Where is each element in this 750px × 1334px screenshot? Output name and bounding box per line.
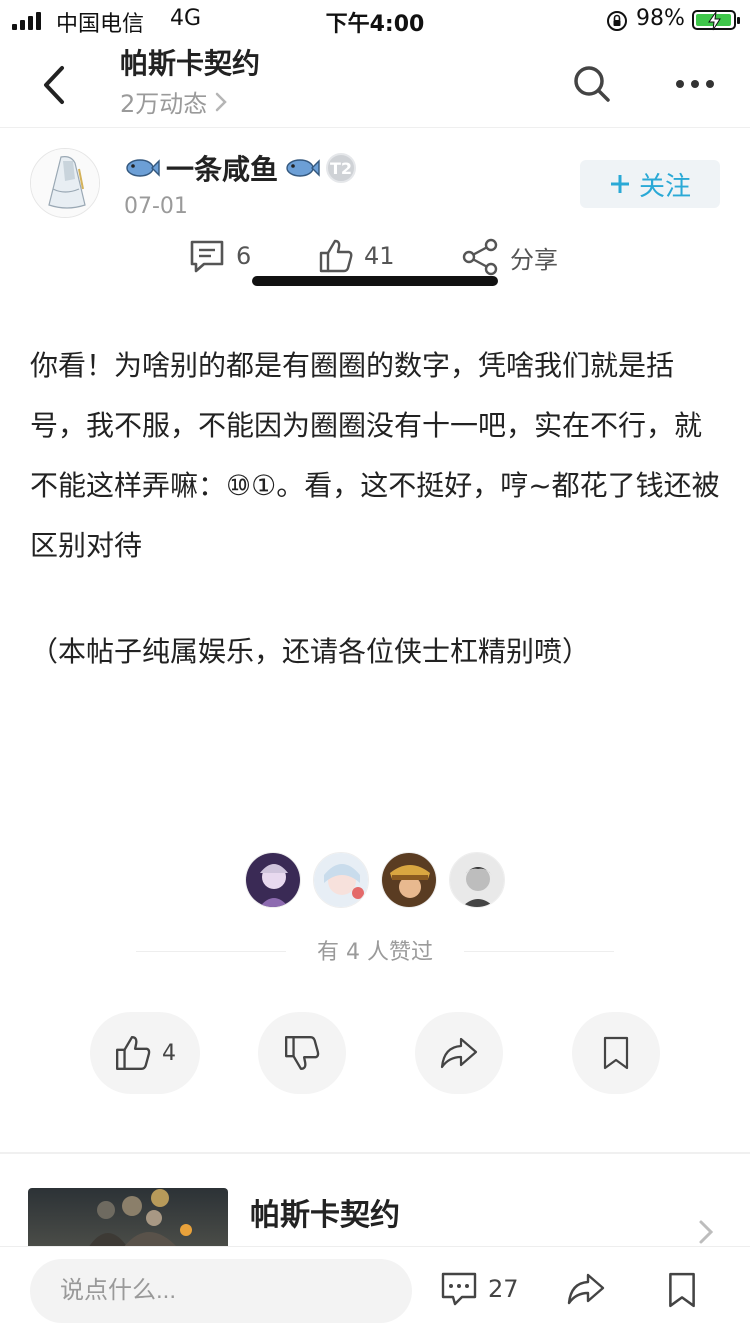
bottom-bar: 27 (0, 1246, 750, 1334)
liker-avatar[interactable] (245, 852, 301, 908)
like-button[interactable]: 4 (90, 1012, 200, 1094)
bookmark-icon (603, 1036, 629, 1070)
bookmark-button[interactable] (572, 1012, 660, 1094)
level-badge: T2 (326, 153, 357, 183)
liker-avatar[interactable] (381, 852, 437, 908)
thumbs-up-icon (319, 239, 353, 273)
game-cover-image[interactable] (28, 1188, 228, 1248)
activity-count-link[interactable]: 2万动态 (120, 84, 229, 119)
chevron-right-icon (216, 92, 228, 111)
follow-label: 关注 (638, 171, 691, 202)
charging-bolt-icon (708, 11, 721, 31)
comments-button[interactable]: 27 (440, 1271, 519, 1307)
post-content: 你看！为啥别的都是有圈圈的数字，凭啥我们就是括号，我不服，不能因为圈圈没有十一吧… (30, 336, 720, 682)
share-label: 分享 (510, 245, 558, 274)
rotation-lock-icon (607, 11, 627, 31)
author-avatar[interactable] (30, 148, 100, 218)
back-arrow-icon[interactable] (30, 60, 80, 110)
comment-count-stat[interactable]: 6 (188, 238, 251, 274)
section-divider (0, 1152, 750, 1154)
share-icon (462, 238, 498, 276)
forward-button[interactable] (415, 1012, 503, 1094)
search-icon[interactable] (570, 62, 614, 106)
follow-button[interactable]: 关注 (580, 160, 720, 208)
comment-count: 6 (236, 242, 252, 270)
top-nav: 帕斯卡契约 2万动态 (0, 40, 750, 128)
avatar-illustration (31, 149, 99, 217)
like-count-stat[interactable]: 41 (318, 238, 395, 274)
post-body: 你看！为啥别的都是有圈圈的数字，凭啥我们就是括号，我不服，不能因为圈圈没有十一吧… (30, 349, 720, 562)
forward-arrow-icon (440, 1037, 478, 1069)
fish-icon (126, 159, 160, 177)
battery-icon (692, 10, 740, 31)
plus-icon (610, 175, 629, 193)
chevron-right-icon[interactable] (696, 1218, 716, 1246)
post-date: 07-01 (124, 194, 188, 219)
comment-icon (441, 1272, 477, 1306)
liker-avatars[interactable] (0, 852, 750, 910)
page-title[interactable]: 帕斯卡契约 (120, 42, 260, 82)
like-button-count: 4 (162, 1040, 176, 1066)
activity-count: 2万动态 (120, 90, 208, 118)
comment-input[interactable] (30, 1259, 412, 1323)
bookmark-icon[interactable] (666, 1271, 698, 1309)
thumbs-up-icon (116, 1036, 151, 1070)
related-game-name[interactable]: 帕斯卡契约 (250, 1190, 400, 1234)
share-stat[interactable]: 分享 (462, 238, 558, 276)
fish-icon (286, 159, 320, 177)
comment-icon (190, 240, 224, 273)
author-name: 一条咸鱼 (166, 153, 279, 186)
comments-count: 27 (488, 1275, 519, 1303)
more-icon[interactable] (670, 62, 720, 106)
post-note: （本帖子纯属娱乐，还请各位侠士杠精别喷） (30, 635, 591, 668)
scroll-indicator (252, 276, 498, 286)
status-bar: 中国电信 4G 下午4:00 98% (0, 0, 750, 40)
battery-percent: 98% (636, 6, 685, 31)
author-name-row[interactable]: 一条咸鱼 T2 (124, 148, 357, 188)
dislike-button[interactable] (258, 1012, 346, 1094)
liker-avatar[interactable] (449, 852, 505, 908)
thumbs-down-icon (285, 1036, 320, 1070)
likers-count-text[interactable]: 有 4 人赞过 (0, 934, 750, 966)
liker-avatar[interactable] (313, 852, 369, 908)
like-count: 41 (364, 242, 395, 270)
forward-arrow-icon[interactable] (566, 1271, 606, 1307)
